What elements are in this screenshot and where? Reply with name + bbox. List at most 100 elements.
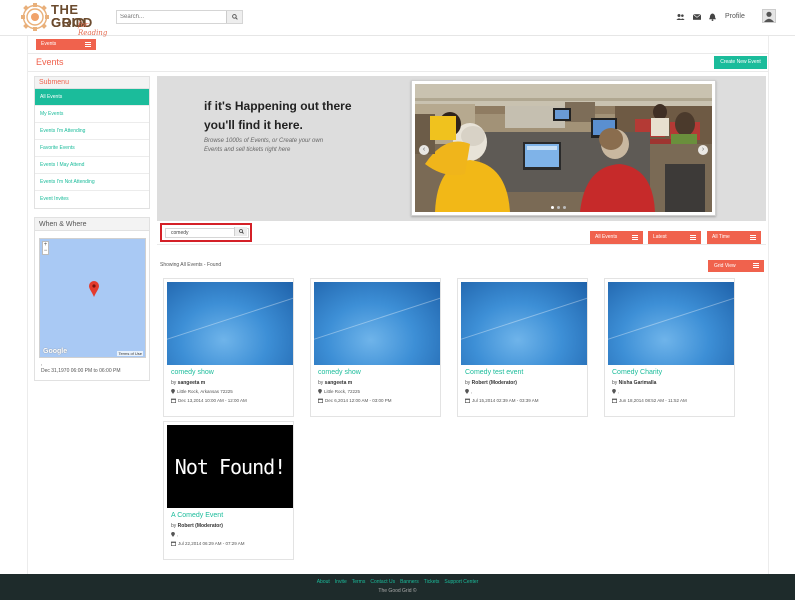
envelope-icon[interactable] bbox=[692, 12, 701, 21]
event-location: , bbox=[171, 532, 178, 537]
header-actions: Profile bbox=[665, 9, 795, 25]
event-location-text: , bbox=[471, 389, 473, 394]
event-author-name[interactable]: sangeeta m bbox=[178, 380, 206, 386]
submenu-item-favorite[interactable]: Favorite Events bbox=[35, 140, 149, 157]
global-search-button[interactable] bbox=[226, 11, 242, 23]
submenu-heading: Submenu bbox=[35, 77, 149, 89]
carousel-dot[interactable] bbox=[557, 206, 560, 209]
map-marker-icon bbox=[318, 389, 322, 394]
submenu-item-may-attend[interactable]: Events I May Attend bbox=[35, 157, 149, 174]
event-location-text: , bbox=[177, 532, 179, 537]
avatar-icon[interactable] bbox=[762, 9, 776, 23]
filter-sort-label: Latest bbox=[653, 234, 667, 240]
footer-link-about[interactable]: About bbox=[317, 579, 330, 585]
when-where-heading: When & Where bbox=[35, 218, 149, 231]
section-pill[interactable]: Events bbox=[36, 39, 96, 50]
event-author: by Robert (Moderator) bbox=[171, 523, 223, 529]
event-author-name[interactable]: Nisha Garimalla bbox=[619, 380, 657, 386]
map-pin-icon[interactable] bbox=[89, 281, 99, 297]
event-image-placeholder bbox=[608, 282, 734, 365]
footer-link-invite[interactable]: Invite bbox=[335, 579, 347, 585]
event-location-text: , bbox=[618, 389, 620, 394]
event-author: by Robert (Moderator) bbox=[465, 380, 517, 386]
submenu-item-not-attending[interactable]: Events I'm Not Attending bbox=[35, 174, 149, 191]
submenu-item-my-events[interactable]: My Events bbox=[35, 106, 149, 123]
logo-tagline: for Reading bbox=[78, 21, 108, 37]
event-author-name[interactable]: sangeeta m bbox=[325, 380, 353, 386]
banner-headline-2: you'll find it here. bbox=[204, 118, 303, 132]
footer-link-tickets[interactable]: Tickets bbox=[424, 579, 440, 585]
submenu-item-attending[interactable]: Events I'm Attending bbox=[35, 123, 149, 140]
filter-category-dropdown[interactable]: All Events bbox=[590, 231, 643, 244]
zoom-out-button[interactable]: − bbox=[43, 248, 48, 254]
event-search-button[interactable] bbox=[234, 227, 247, 236]
event-author-name[interactable]: Robert (Moderator) bbox=[178, 523, 223, 529]
event-author-prefix: by bbox=[318, 380, 324, 386]
event-thumbnail[interactable] bbox=[314, 282, 440, 365]
event-card[interactable]: comedy show by sangeeta m Little Rock, 7… bbox=[310, 278, 441, 417]
map-marker-icon bbox=[171, 532, 175, 537]
event-thumbnail[interactable] bbox=[167, 282, 293, 365]
menu-bars-icon bbox=[750, 235, 756, 240]
carousel-prev-button[interactable]: ‹ bbox=[419, 145, 429, 155]
event-thumbnail[interactable]: Not Found! bbox=[167, 425, 293, 508]
not-found-image: Not Found! bbox=[167, 425, 293, 508]
event-thumbnail[interactable] bbox=[461, 282, 587, 365]
submenu-item-invites[interactable]: Event Invites bbox=[35, 191, 149, 208]
event-location-text: Little Rock, Arkansas 72225 bbox=[177, 389, 233, 394]
calendar-icon bbox=[171, 541, 176, 546]
footer-link-support[interactable]: Support Center bbox=[444, 579, 478, 585]
global-search-input[interactable] bbox=[117, 11, 226, 23]
carousel-dot[interactable] bbox=[563, 206, 566, 209]
carousel-dot[interactable] bbox=[551, 206, 554, 209]
event-thumbnail[interactable] bbox=[608, 282, 734, 365]
footer-link-terms[interactable]: Terms bbox=[352, 579, 366, 585]
event-author: by sangeeta m bbox=[318, 380, 352, 386]
event-image-placeholder bbox=[314, 282, 440, 365]
footer-link-contact[interactable]: Contact Us bbox=[370, 579, 395, 585]
carousel-photo: ‹ › bbox=[415, 84, 712, 212]
map-terms-link[interactable]: Terms of Use bbox=[117, 351, 143, 356]
event-title[interactable]: Comedy Charity bbox=[612, 369, 662, 376]
site-logo[interactable]: THE GOOD GRID for Reading bbox=[20, 2, 112, 37]
submenu-item-all-events[interactable]: All Events bbox=[35, 89, 149, 106]
event-title[interactable]: comedy show bbox=[171, 369, 214, 376]
create-new-event-button[interactable]: Create New Event bbox=[714, 56, 767, 69]
filter-time-dropdown[interactable]: All Time bbox=[707, 231, 761, 244]
event-title[interactable]: A Comedy Event bbox=[171, 512, 223, 519]
event-author-prefix: by bbox=[612, 380, 618, 386]
event-card[interactable]: Comedy Charity by Nisha Garimalla , Jun … bbox=[604, 278, 735, 417]
filter-time-label: All Time bbox=[712, 234, 730, 240]
divider bbox=[28, 53, 768, 54]
event-author-prefix: by bbox=[171, 523, 177, 529]
bell-icon[interactable] bbox=[708, 12, 717, 21]
calendar-icon bbox=[465, 398, 470, 403]
filter-sort-dropdown[interactable]: Latest bbox=[648, 231, 701, 244]
event-card[interactable]: comedy show by sangeeta m Little Rock, A… bbox=[163, 278, 294, 417]
map-marker-icon bbox=[612, 389, 616, 394]
footer-link-banners[interactable]: Banners bbox=[400, 579, 419, 585]
submenu-panel: Submenu All Events My Events Events I'm … bbox=[34, 76, 150, 209]
users-icon[interactable] bbox=[676, 12, 685, 21]
section-pill-label: Events bbox=[41, 41, 57, 47]
carousel-next-button[interactable]: › bbox=[698, 145, 708, 155]
menu-bars-icon bbox=[85, 42, 91, 47]
event-card[interactable]: Comedy test event by Robert (Moderator) … bbox=[457, 278, 588, 417]
profile-link[interactable]: Profile bbox=[725, 13, 745, 20]
event-title[interactable]: comedy show bbox=[318, 369, 361, 376]
results-count-text: Showing All Events - Found bbox=[160, 262, 222, 268]
menu-bars-icon bbox=[632, 235, 638, 240]
not-found-text: Not Found! bbox=[174, 454, 286, 479]
grid-view-toggle[interactable]: Grid View bbox=[708, 260, 764, 272]
event-author: by sangeeta m bbox=[171, 380, 205, 386]
event-title[interactable]: Comedy test event bbox=[465, 369, 523, 376]
gear-logo-icon bbox=[21, 3, 49, 31]
event-image-placeholder bbox=[167, 282, 293, 365]
event-date-text: Jul 15,2014 02:39 AM - 03:39 AM bbox=[472, 398, 539, 403]
event-author-prefix: by bbox=[465, 380, 471, 386]
search-icon bbox=[238, 229, 244, 234]
event-author-name[interactable]: Robert (Moderator) bbox=[472, 380, 517, 386]
top-header: THE GOOD GRID for Reading Profile bbox=[0, 0, 795, 37]
location-map[interactable]: + − Google Terms of Use bbox=[39, 238, 146, 358]
event-card[interactable]: Not Found! A Comedy Event by Robert (Mod… bbox=[163, 421, 294, 560]
